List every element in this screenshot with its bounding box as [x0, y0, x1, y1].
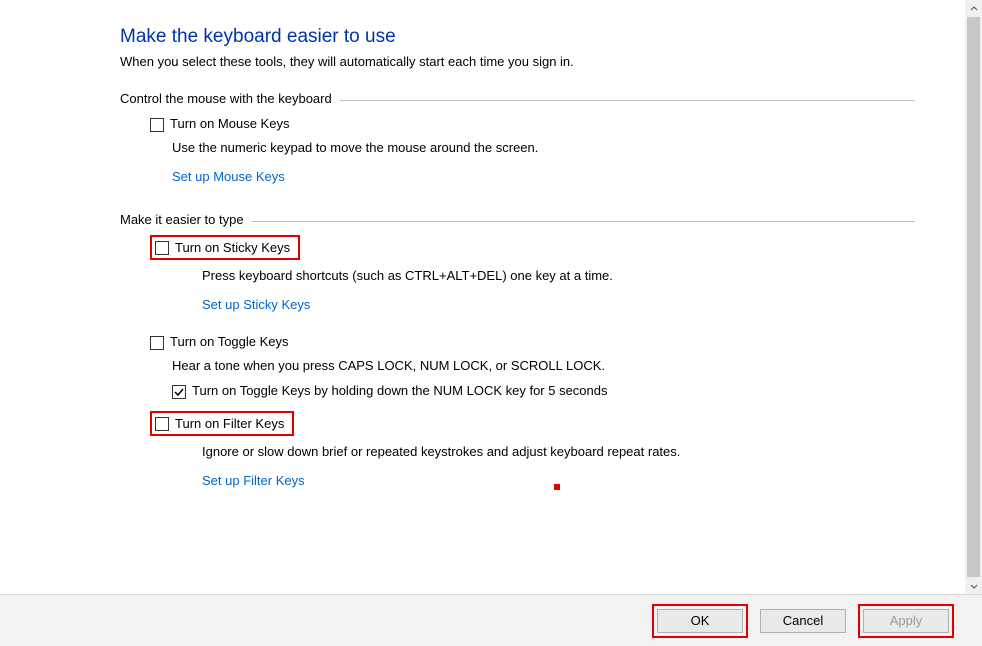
- checkbox-toggle-keys[interactable]: [150, 336, 164, 350]
- group-mouse-control: Control the mouse with the keyboard Turn…: [120, 91, 915, 188]
- chevron-up-icon: [970, 5, 978, 13]
- dialog-footer: OK Cancel Apply: [0, 594, 982, 646]
- description-text: Ignore or slow down brief or repeated ke…: [150, 444, 915, 459]
- link-setup-mouse-keys[interactable]: Set up Mouse Keys: [172, 169, 285, 184]
- scroll-up-button[interactable]: [965, 0, 982, 17]
- link-setup-sticky-keys[interactable]: Set up Sticky Keys: [202, 297, 310, 312]
- description-text: Hear a tone when you press CAPS LOCK, NU…: [172, 358, 915, 373]
- group-caption: Make it easier to type: [120, 212, 252, 227]
- scrollbar-thumb[interactable]: [967, 17, 980, 577]
- vertical-scrollbar[interactable]: [965, 0, 982, 594]
- description-text: Press keyboard shortcuts (such as CTRL+A…: [150, 268, 915, 283]
- link-setup-filter-keys[interactable]: Set up Filter Keys: [202, 473, 305, 488]
- checkmark-icon: [173, 386, 185, 398]
- scroll-down-button[interactable]: [965, 577, 982, 594]
- checkbox-sticky-keys[interactable]: [155, 241, 169, 255]
- annotation-dot: [554, 484, 560, 490]
- group-caption: Control the mouse with the keyboard: [120, 91, 340, 106]
- cancel-button[interactable]: Cancel: [760, 609, 846, 633]
- page-subtitle: When you select these tools, they will a…: [120, 54, 915, 69]
- checkbox-label[interactable]: Turn on Sticky Keys: [175, 240, 290, 255]
- highlight-ok: OK: [652, 604, 748, 638]
- chevron-down-icon: [970, 582, 978, 590]
- highlight-sticky-keys: Turn on Sticky Keys: [150, 235, 300, 260]
- highlight-filter-keys: Turn on Filter Keys: [150, 411, 294, 436]
- checkbox-mouse-keys[interactable]: [150, 118, 164, 132]
- checkbox-label[interactable]: Turn on Mouse Keys: [170, 116, 289, 131]
- description-text: Use the numeric keypad to move the mouse…: [150, 140, 915, 155]
- checkbox-label[interactable]: Turn on Filter Keys: [175, 416, 284, 431]
- checkbox-toggle-keys-hold-numlock[interactable]: [172, 385, 186, 399]
- group-easier-to-type: Make it easier to type Turn on Sticky Ke…: [120, 212, 915, 492]
- checkbox-label[interactable]: Turn on Toggle Keys by holding down the …: [192, 383, 608, 398]
- scrollbar-track[interactable]: [965, 17, 982, 577]
- highlight-apply: Apply: [858, 604, 954, 638]
- apply-button[interactable]: Apply: [863, 609, 949, 633]
- checkbox-label[interactable]: Turn on Toggle Keys: [170, 334, 289, 349]
- ok-button[interactable]: OK: [657, 609, 743, 633]
- checkbox-filter-keys[interactable]: [155, 417, 169, 431]
- page-title: Make the keyboard easier to use: [120, 26, 915, 48]
